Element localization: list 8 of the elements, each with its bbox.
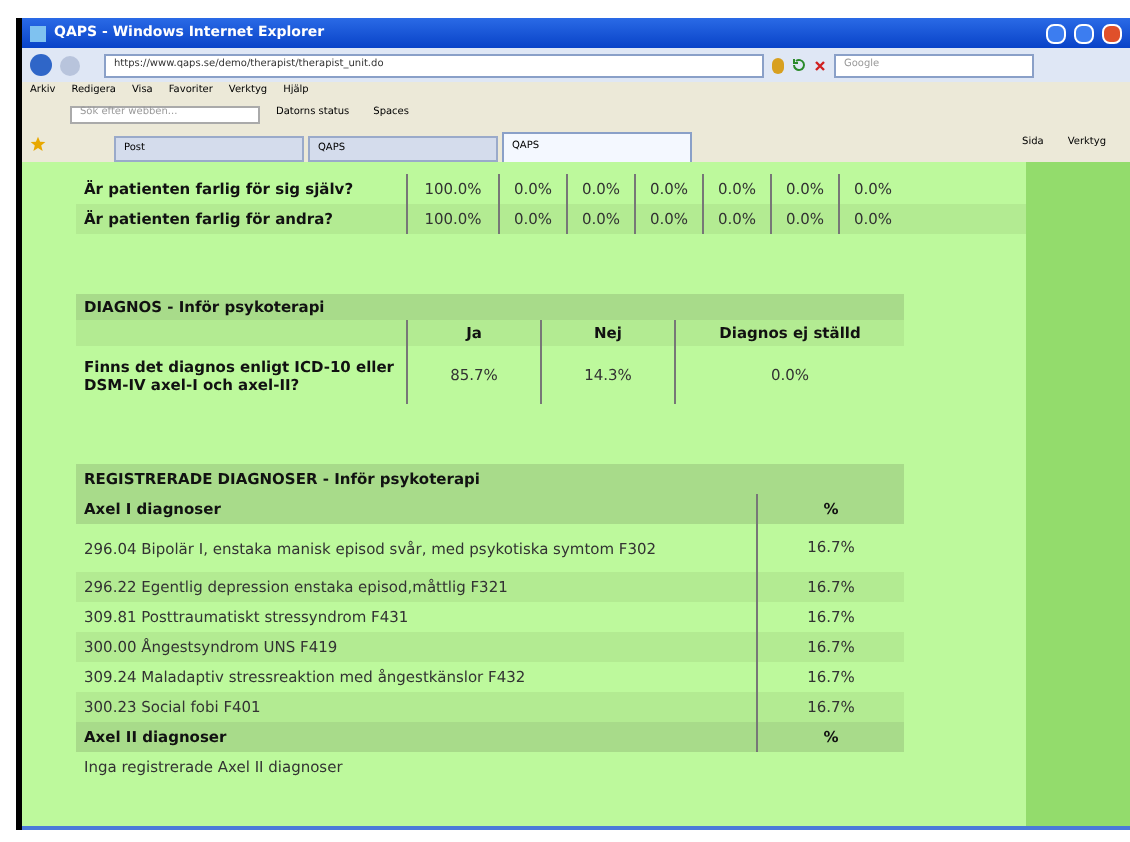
close-icon[interactable] (814, 59, 826, 71)
back-button[interactable] (30, 54, 52, 76)
minimize-button[interactable] (1046, 23, 1066, 43)
refresh-icon[interactable] (792, 58, 806, 72)
close-button[interactable] (1102, 23, 1122, 43)
app-icon (30, 25, 46, 41)
star-icon[interactable] (30, 136, 46, 152)
maximize-button[interactable] (1074, 23, 1094, 43)
